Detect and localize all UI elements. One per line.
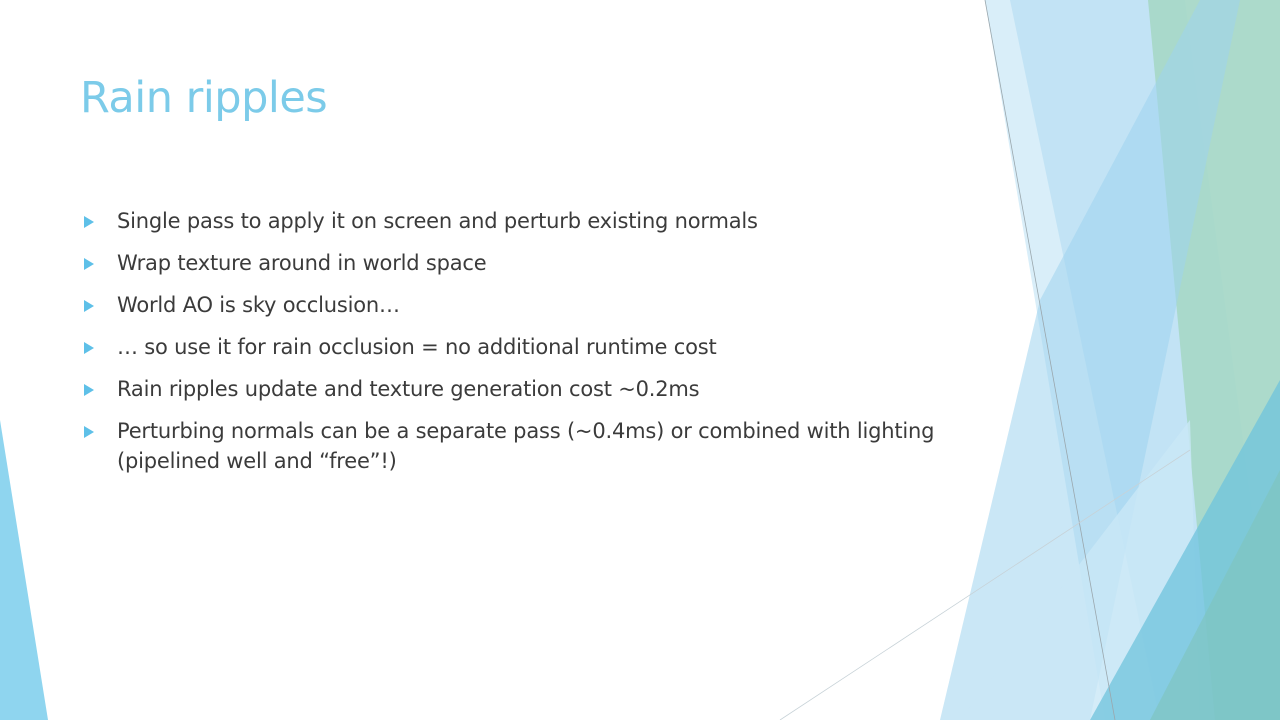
bullet-item: World AO is sky occlusion…: [80, 290, 980, 320]
bullet-item: Wrap texture around in world space: [80, 248, 980, 278]
triangle-bullet-icon: [84, 384, 94, 396]
bullet-item: Single pass to apply it on screen and pe…: [80, 206, 980, 236]
bullet-item: Rain ripples update and texture generati…: [80, 374, 980, 404]
bullet-text: … so use it for rain occlusion = no addi…: [117, 335, 717, 359]
slide: Rain ripples Single pass to apply it on …: [0, 0, 1280, 720]
triangle-bullet-icon: [84, 426, 94, 438]
slide-title: Rain ripples: [80, 73, 328, 123]
bullet-text: Rain ripples update and texture generati…: [117, 377, 700, 401]
bullet-text: World AO is sky occlusion…: [117, 293, 400, 317]
triangle-bullet-icon: [84, 258, 94, 270]
bullet-text: Perturbing normals can be a separate pas…: [117, 419, 935, 473]
bullet-text: Single pass to apply it on screen and pe…: [117, 209, 758, 233]
triangle-bullet-icon: [84, 342, 94, 354]
bullet-text: Wrap texture around in world space: [117, 251, 487, 275]
bullet-list: Single pass to apply it on screen and pe…: [80, 206, 980, 488]
bullet-item: Perturbing normals can be a separate pas…: [80, 416, 980, 476]
triangle-bullet-icon: [84, 216, 94, 228]
bullet-item: … so use it for rain occlusion = no addi…: [80, 332, 980, 362]
left-accent-shape: [0, 420, 48, 720]
triangle-bullet-icon: [84, 300, 94, 312]
